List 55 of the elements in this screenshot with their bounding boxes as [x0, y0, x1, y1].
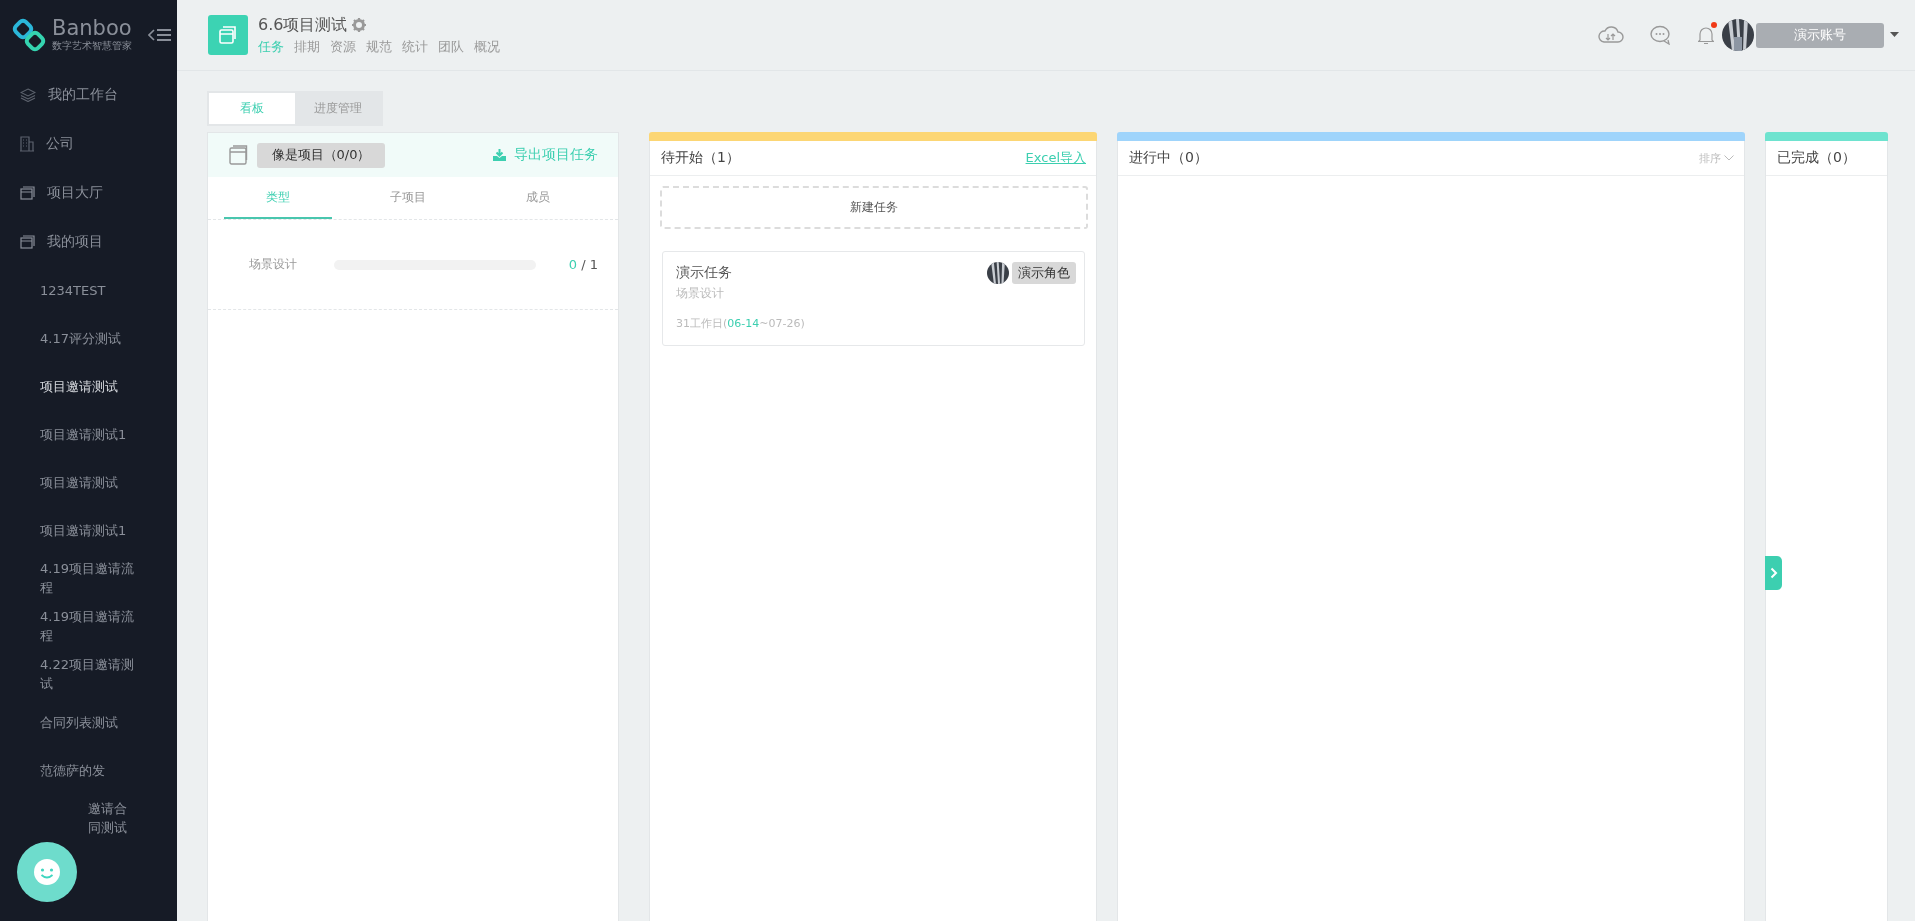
progress-count: 0 / 1 — [568, 257, 598, 272]
new-task-button[interactable]: 新建任务 — [660, 186, 1088, 229]
settings-icon[interactable] — [352, 18, 367, 32]
column-title: 待开始（1） — [661, 149, 740, 167]
cloud-sync-icon[interactable] — [1598, 25, 1624, 45]
caret-icon[interactable] — [1890, 32, 1899, 38]
building-icon — [20, 135, 34, 152]
nav-label: 我的工作台 — [48, 85, 118, 104]
project-item[interactable]: 4.19项目邀请流程 — [0, 602, 177, 650]
project-item[interactable]: 4.19项目邀请流程 — [0, 554, 177, 602]
layers-icon — [20, 87, 36, 102]
collapse-menu-icon[interactable] — [148, 27, 172, 43]
task-title: 演示任务 — [676, 264, 733, 282]
column-title: 已完成（0） — [1777, 149, 1856, 167]
panel-tab[interactable]: 成员 — [484, 177, 592, 219]
project-item[interactable]: 项目邀请测试 — [0, 362, 177, 410]
sidebar-nav-item[interactable]: 我的工作台 — [0, 70, 177, 119]
sidebar-nav-item[interactable]: 我的项目 — [0, 217, 177, 266]
task-type: 场景设计 — [676, 285, 725, 302]
project-item[interactable]: 合同列表测试 — [0, 698, 177, 746]
project-icon — [208, 15, 248, 55]
download-icon[interactable] — [493, 149, 506, 161]
logo-tagline: 数字艺术智慧管家 — [52, 39, 132, 53]
avatar — [987, 262, 1009, 284]
project-item[interactable]: 项目邀请测试1 — [0, 506, 177, 554]
sidebar-nav-item[interactable]: 项目大厅 — [0, 168, 177, 217]
chat-icon[interactable] — [1650, 25, 1672, 45]
project-item[interactable]: 4.22项目邀请测试 — [0, 650, 177, 698]
sidebar-nav-item[interactable]: 公司 — [0, 119, 177, 168]
logo-name: Banboo — [52, 17, 132, 39]
project-item[interactable]: 项目邀请测试 — [0, 458, 177, 506]
nav-label: 项目大厅 — [47, 183, 103, 202]
project-item[interactable]: 邀请合同测试 — [0, 794, 177, 842]
window-icon — [20, 234, 35, 249]
bell-icon[interactable] — [1698, 25, 1714, 45]
nav-label: 我的项目 — [47, 232, 103, 251]
project-filter-button[interactable]: 像是项目（0/0） — [257, 142, 385, 168]
category-name: 场景设计 — [249, 256, 298, 273]
project-title: 6.6项目测试 — [258, 14, 348, 36]
smiley-icon — [32, 857, 62, 887]
project-item[interactable]: 4.17评分测试 — [0, 314, 177, 362]
avatar[interactable] — [1722, 19, 1754, 51]
chevron-down-icon — [1724, 155, 1734, 161]
window-icon — [229, 145, 249, 165]
panel-tab[interactable]: 子项目 — [354, 177, 462, 219]
column-title: 进行中（0） — [1129, 149, 1208, 167]
expand-panel-button[interactable] — [1765, 556, 1782, 590]
project-item[interactable]: 项目邀请测试1 — [0, 410, 177, 458]
logo-icon — [12, 18, 46, 52]
window-icon — [20, 185, 35, 200]
nav-label: 公司 — [46, 134, 74, 153]
role-tag: 演示角色 — [1012, 262, 1076, 284]
project-item[interactable]: 1234TEST — [0, 266, 177, 314]
chevron-right-icon — [1769, 567, 1778, 579]
project-item[interactable]: 范德萨的发 — [0, 746, 177, 794]
